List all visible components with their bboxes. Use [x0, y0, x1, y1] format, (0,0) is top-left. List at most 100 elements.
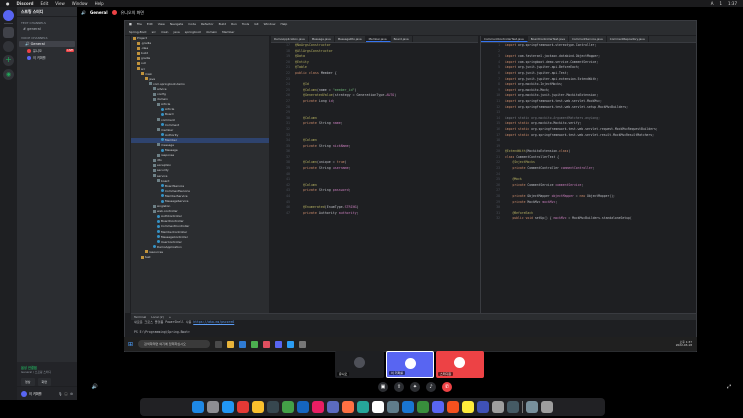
fullscreen-icon[interactable]: ⤢: [724, 382, 734, 392]
messages-icon[interactable]: [282, 401, 294, 413]
app-dock-icon[interactable]: [507, 401, 519, 413]
store-icon[interactable]: [251, 340, 259, 348]
app-dock-icon[interactable]: [327, 401, 339, 413]
app-dock-icon[interactable]: [447, 401, 459, 413]
launchpad-icon[interactable]: [207, 401, 219, 413]
ide-menu-item[interactable]: Edit: [147, 21, 153, 28]
menubar-item[interactable]: Window: [72, 0, 88, 7]
notes-icon[interactable]: [252, 401, 264, 413]
breadcrumb-item[interactable]: src: [152, 28, 156, 35]
editor-tab[interactable]: DemoApplication.java: [271, 36, 309, 42]
disconnect-icon[interactable]: ✆: [442, 382, 452, 392]
task-view-icon[interactable]: [215, 340, 223, 348]
code-area[interactable]: @NoArgsConstructor @AllArgsConstructor @Da…: [295, 43, 478, 313]
vscode-dock-icon[interactable]: [297, 401, 309, 413]
chrome-icon[interactable]: [237, 401, 249, 413]
breadcrumb-item[interactable]: springboot: [185, 28, 201, 35]
voice-category[interactable]: VOICE CHANNELS: [17, 32, 77, 41]
safari-icon[interactable]: [222, 401, 234, 413]
headphones-icon[interactable]: 🎧: [64, 392, 68, 396]
server-name[interactable]: 스프링 스터디: [17, 7, 77, 17]
screen-share-icon[interactable]: ⇪: [394, 382, 404, 392]
menubar-app-name[interactable]: Discord: [17, 0, 34, 7]
windows-search-input[interactable]: 검색하려면 여기에 입력하십시오: [138, 340, 211, 348]
text-category[interactable]: TEXT CHANNELS: [17, 17, 77, 26]
breadcrumb-item[interactable]: domain: [206, 28, 217, 35]
ide-menu-item[interactable]: Refactor: [201, 21, 214, 28]
discord-dock-icon[interactable]: [432, 401, 444, 413]
app-dock-icon[interactable]: [477, 401, 489, 413]
ide-menu-item[interactable]: Help: [280, 21, 287, 28]
app-dock-icon[interactable]: [342, 401, 354, 413]
server-icon[interactable]: [3, 41, 14, 52]
menubar-clock[interactable]: 1:37: [728, 0, 737, 7]
menubar-item[interactable]: View: [55, 0, 65, 7]
word-icon[interactable]: [402, 401, 414, 413]
excel-icon[interactable]: [417, 401, 429, 413]
add-server-icon[interactable]: +: [3, 55, 14, 66]
terminal-output[interactable]: 새로운 크로스 플랫폼 PowerShell 사용 https://aka.ms…: [131, 320, 696, 335]
mic-toggle-icon[interactable]: ♪: [426, 382, 436, 392]
breadcrumb-item[interactable]: main: [161, 28, 169, 35]
editor-tab[interactable]: CommentControllerTest.java: [481, 36, 528, 42]
explore-icon[interactable]: ◉: [3, 69, 14, 80]
avatar[interactable]: [21, 390, 27, 397]
terminal-icon[interactable]: [267, 401, 279, 413]
menubar-item[interactable]: Help: [95, 0, 104, 7]
participant-tile[interactable]: 스터디원: [436, 351, 484, 378]
code-line[interactable]: public void setUp() { mockMvc = MockMvcB…: [505, 216, 696, 222]
camera-toggle-icon[interactable]: ▣: [378, 382, 388, 392]
ide-menu-item[interactable]: Build: [219, 21, 227, 28]
settings-dock-icon[interactable]: [387, 401, 399, 413]
tree-item[interactable]: test: [131, 255, 269, 260]
menubar-item[interactable]: Edit: [41, 0, 49, 7]
participant-tile-active[interactable]: 이 키퍼를: [386, 351, 434, 378]
code-line[interactable]: private Authority authority;: [295, 211, 478, 217]
editor-tab[interactable]: CommentService.java: [569, 36, 607, 42]
intellij-icon[interactable]: [263, 340, 271, 348]
apple-menu-icon[interactable]: ●: [6, 0, 10, 7]
gear-icon[interactable]: ⚙: [70, 392, 73, 396]
calendar-icon[interactable]: [372, 401, 384, 413]
breadcrumb-item[interactable]: Member: [222, 28, 234, 35]
discord-home-icon[interactable]: [3, 10, 14, 21]
ide-menu-item[interactable]: Git: [254, 21, 258, 28]
ide-menu-item[interactable]: Run: [231, 21, 237, 28]
terminal-link[interactable]: https://aka.ms/pscore6: [193, 320, 234, 324]
app-dock-icon[interactable]: [492, 401, 504, 413]
trash-icon[interactable]: [541, 401, 553, 413]
activity-icon[interactable]: ✦: [410, 382, 420, 392]
discord-taskbar-icon[interactable]: [275, 340, 283, 348]
editor-comment-controller-test[interactable]: CommentControllerTest.java BoardControlle…: [480, 36, 696, 313]
ide-menu-item[interactable]: File: [137, 21, 142, 28]
menubar-status-item[interactable]: 1: [719, 0, 722, 7]
windows-start-icon[interactable]: ⊞: [128, 341, 133, 348]
mic-icon[interactable]: 🎙: [58, 392, 62, 396]
video-button[interactable]: 영상: [21, 378, 35, 386]
editor-tab[interactable]: CommentRepository.java: [607, 36, 649, 42]
finder-icon[interactable]: [192, 401, 204, 413]
breadcrumb-item[interactable]: java: [173, 28, 179, 35]
server-icon[interactable]: [3, 27, 14, 38]
app-icon[interactable]: [299, 340, 307, 348]
editor-tab[interactable]: BoardControllerTest.java: [528, 36, 569, 42]
project-name[interactable]: Spring-Boot: [129, 28, 147, 35]
screen-share-button[interactable]: 화면: [37, 378, 52, 386]
kakaotalk-icon[interactable]: [462, 401, 474, 413]
edge-icon[interactable]: [239, 340, 247, 348]
editor-member[interactable]: DemoApplication.java Message.java MessageD…: [271, 36, 478, 313]
voice-user[interactable]: 유니오 LIVE: [17, 47, 77, 54]
editor-tab[interactable]: MessageDto.java: [335, 36, 366, 42]
participant-tile[interactable]: 유니오: [335, 351, 384, 378]
voice-user[interactable]: 이 키퍼를: [17, 54, 77, 61]
editor-tab[interactable]: Message.java: [309, 36, 335, 42]
vscode-icon[interactable]: [287, 340, 295, 348]
volume-icon[interactable]: 🔊: [90, 382, 100, 392]
editor-tab[interactable]: Member.java: [365, 36, 391, 42]
ide-menu-item[interactable]: Code: [188, 21, 196, 28]
menubar-status-item[interactable]: A: [711, 0, 714, 7]
ide-menu-item[interactable]: Tools: [242, 21, 249, 28]
editor-tab[interactable]: Board.java: [391, 36, 413, 42]
intellij-dock-icon[interactable]: [312, 401, 324, 413]
ide-menu-item[interactable]: Window: [264, 21, 276, 28]
